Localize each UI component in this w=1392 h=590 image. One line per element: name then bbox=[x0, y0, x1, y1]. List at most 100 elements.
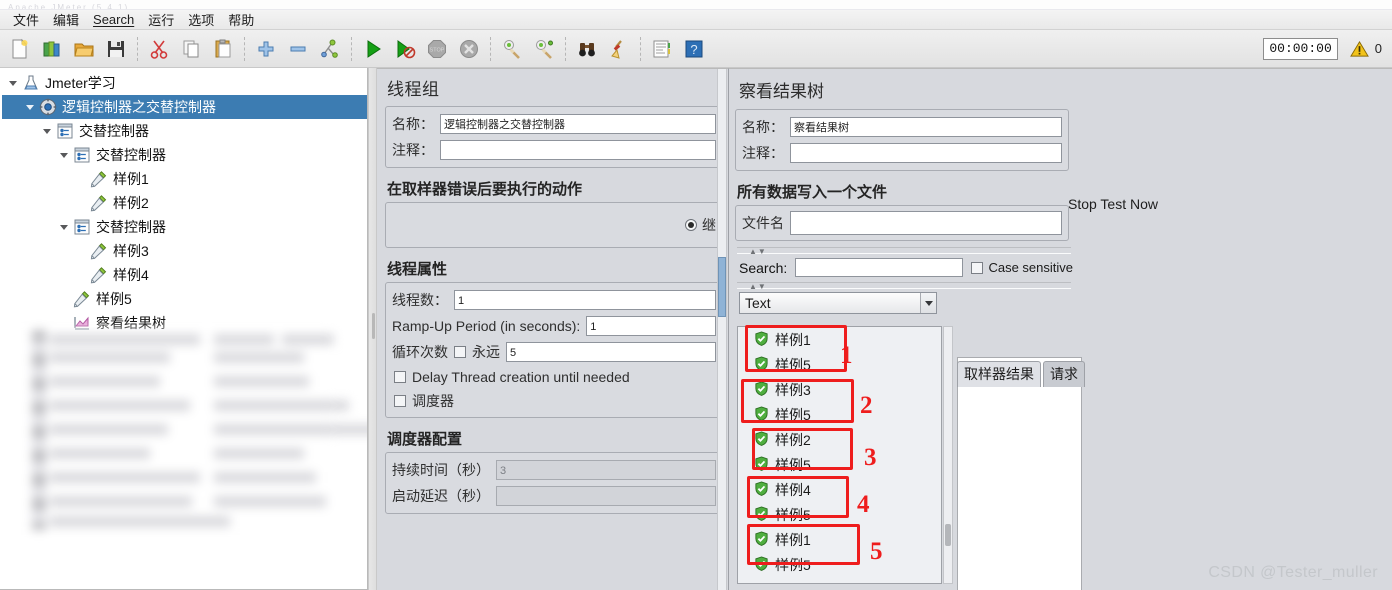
editor-scrollbar-thumb[interactable] bbox=[718, 257, 726, 317]
result-tab-1[interactable]: 请求 bbox=[1043, 361, 1085, 387]
name-input[interactable]: 逻辑控制器之交替控制器 bbox=[440, 114, 716, 134]
scheduler-label: 调度器 bbox=[412, 393, 454, 409]
menu-search[interactable]: Search bbox=[86, 11, 141, 29]
start-icon[interactable] bbox=[358, 34, 388, 64]
success-shield-icon bbox=[754, 430, 769, 449]
tree-item-6[interactable]: 交替控制器 bbox=[2, 215, 367, 239]
open-folder-icon[interactable] bbox=[69, 34, 99, 64]
vrt-case-sensitive[interactable]: Case sensitive bbox=[971, 260, 1073, 275]
clear-icon[interactable] bbox=[497, 34, 527, 64]
tree-item-3[interactable]: 交替控制器 bbox=[2, 143, 367, 167]
menu-options[interactable]: 选项 bbox=[181, 9, 221, 31]
vrt-name-comment-box: 名称： 察看结果树 注释： bbox=[735, 109, 1069, 171]
startup-delay-row: 启动延迟（秒） bbox=[392, 483, 716, 509]
result-item[interactable]: 样例3 bbox=[738, 377, 941, 402]
rampup-row: Ramp-Up Period (in seconds): 1 bbox=[392, 313, 716, 339]
result-item[interactable]: 样例4 bbox=[738, 477, 941, 502]
stop-icon[interactable]: STOP bbox=[422, 34, 452, 64]
thread-group-icon bbox=[37, 97, 59, 117]
vrt-comment-input[interactable] bbox=[790, 143, 1062, 163]
scheduler-row[interactable]: 调度器 bbox=[392, 389, 716, 413]
result-item[interactable]: 样例2 bbox=[738, 427, 941, 452]
loop-forever-checkbox[interactable] bbox=[454, 346, 466, 358]
vrt-filename-label: 文件名 bbox=[742, 215, 784, 231]
menu-run[interactable]: 运行 bbox=[141, 9, 181, 31]
rampup-input[interactable]: 1 bbox=[586, 316, 716, 336]
tree-item-8[interactable]: 样例4 bbox=[2, 263, 367, 287]
reset-search-broom-icon[interactable] bbox=[604, 34, 634, 64]
tree-item-7[interactable]: 样例3 bbox=[2, 239, 367, 263]
tree-item-label: 交替控制器 bbox=[96, 219, 166, 235]
templates-icon[interactable] bbox=[37, 34, 67, 64]
on-error-continue-option[interactable]: 继 bbox=[386, 203, 722, 247]
vrt-splitbar-lower[interactable]: ▲▼ bbox=[737, 282, 1071, 291]
vrt-search-input[interactable] bbox=[795, 258, 964, 277]
paste-icon[interactable] bbox=[208, 34, 238, 64]
duration-label: 持续时间（秒） bbox=[392, 462, 490, 478]
continue-label: 继 bbox=[702, 217, 716, 233]
tree-item-label: 样例2 bbox=[113, 195, 149, 211]
loop-count-input[interactable]: 5 bbox=[506, 342, 716, 362]
comment-input[interactable] bbox=[440, 140, 716, 160]
menu-help[interactable]: 帮助 bbox=[221, 9, 261, 31]
chevron-down-icon[interactable] bbox=[920, 293, 936, 313]
new-file-icon[interactable] bbox=[5, 34, 35, 64]
menu-edit[interactable]: 编辑 bbox=[46, 9, 86, 31]
duration-input[interactable]: 3 bbox=[496, 460, 716, 480]
editor-scrollbar[interactable] bbox=[717, 69, 727, 590]
results-list-scrollbar-thumb[interactable] bbox=[945, 524, 951, 546]
tree-item-4[interactable]: 样例1 bbox=[2, 167, 367, 191]
splitter-grip[interactable] bbox=[372, 313, 375, 339]
continue-radio[interactable] bbox=[685, 219, 697, 231]
search-binoculars-icon[interactable] bbox=[572, 34, 602, 64]
threads-input[interactable]: 1 bbox=[454, 290, 716, 310]
help-book-icon[interactable]: ? bbox=[679, 34, 709, 64]
chevron-down-icon[interactable] bbox=[57, 152, 71, 158]
renderer-combo[interactable]: Text bbox=[739, 292, 937, 314]
cut-icon[interactable] bbox=[144, 34, 174, 64]
tree-item-1[interactable]: 逻辑控制器之交替控制器 bbox=[2, 95, 367, 119]
warning-indicator[interactable]: 0 bbox=[1349, 40, 1382, 58]
toggle-icon[interactable] bbox=[315, 34, 345, 64]
test-plan-tree-pane[interactable]: Jmeter学习 逻辑控制器之交替控制器 交替控制器 交替控制器 样例1 样例2 交替控制器… bbox=[0, 68, 368, 590]
result-item[interactable]: 样例5 bbox=[738, 552, 941, 577]
chevron-down-icon[interactable] bbox=[23, 104, 37, 110]
chevron-down-icon[interactable] bbox=[6, 80, 20, 86]
tree-item-5[interactable]: 样例2 bbox=[2, 191, 367, 215]
chevron-down-icon[interactable] bbox=[57, 224, 71, 230]
tree-item-2[interactable]: 交替控制器 bbox=[2, 119, 367, 143]
function-helper-icon[interactable] bbox=[647, 34, 677, 64]
delay-thread-checkbox[interactable] bbox=[394, 371, 406, 383]
result-item[interactable]: 样例5 bbox=[738, 452, 941, 477]
start-no-pauses-icon[interactable] bbox=[390, 34, 420, 64]
vrt-filename-input[interactable] bbox=[790, 211, 1062, 235]
result-item[interactable]: 样例5 bbox=[738, 402, 941, 427]
pane-splitter[interactable] bbox=[368, 68, 377, 590]
expand-all-icon[interactable] bbox=[251, 34, 281, 64]
scheduler-config-box: 持续时间（秒） 3 启动延迟（秒） bbox=[385, 452, 723, 514]
shutdown-icon[interactable] bbox=[454, 34, 484, 64]
tree-item-9[interactable]: 样例5 bbox=[2, 287, 367, 311]
clear-all-icon[interactable] bbox=[529, 34, 559, 64]
test-plan-tree[interactable]: Jmeter学习 逻辑控制器之交替控制器 交替控制器 交替控制器 样例1 样例2 交替控制器… bbox=[0, 68, 367, 335]
vrt-splitbar-upper[interactable]: ▲▼ bbox=[737, 247, 1071, 256]
result-item[interactable]: 样例5 bbox=[738, 502, 941, 527]
threads-label: 线程数： bbox=[392, 292, 448, 308]
collapse-all-icon[interactable] bbox=[283, 34, 313, 64]
tree-item-0[interactable]: Jmeter学习 bbox=[2, 71, 367, 95]
save-icon[interactable] bbox=[101, 34, 131, 64]
startup-delay-input[interactable] bbox=[496, 486, 716, 506]
result-tab-0[interactable]: 取样器结果 bbox=[957, 361, 1041, 387]
chevron-down-icon[interactable] bbox=[40, 128, 54, 134]
case-sensitive-checkbox[interactable] bbox=[971, 261, 984, 274]
scheduler-checkbox[interactable] bbox=[394, 395, 406, 407]
menu-file[interactable]: 文件 bbox=[6, 9, 46, 31]
vrt-name-input[interactable]: 察看结果树 bbox=[790, 117, 1062, 137]
toolbar-separator bbox=[137, 36, 138, 61]
delay-thread-label: Delay Thread creation until needed bbox=[412, 369, 630, 385]
threads-row: 线程数： 1 bbox=[392, 287, 716, 313]
delay-thread-row[interactable]: Delay Thread creation until needed bbox=[392, 365, 716, 389]
vrt-comment-row: 注释： bbox=[742, 140, 1062, 166]
copy-icon[interactable] bbox=[176, 34, 206, 64]
result-item[interactable]: 样例1 bbox=[738, 527, 941, 552]
